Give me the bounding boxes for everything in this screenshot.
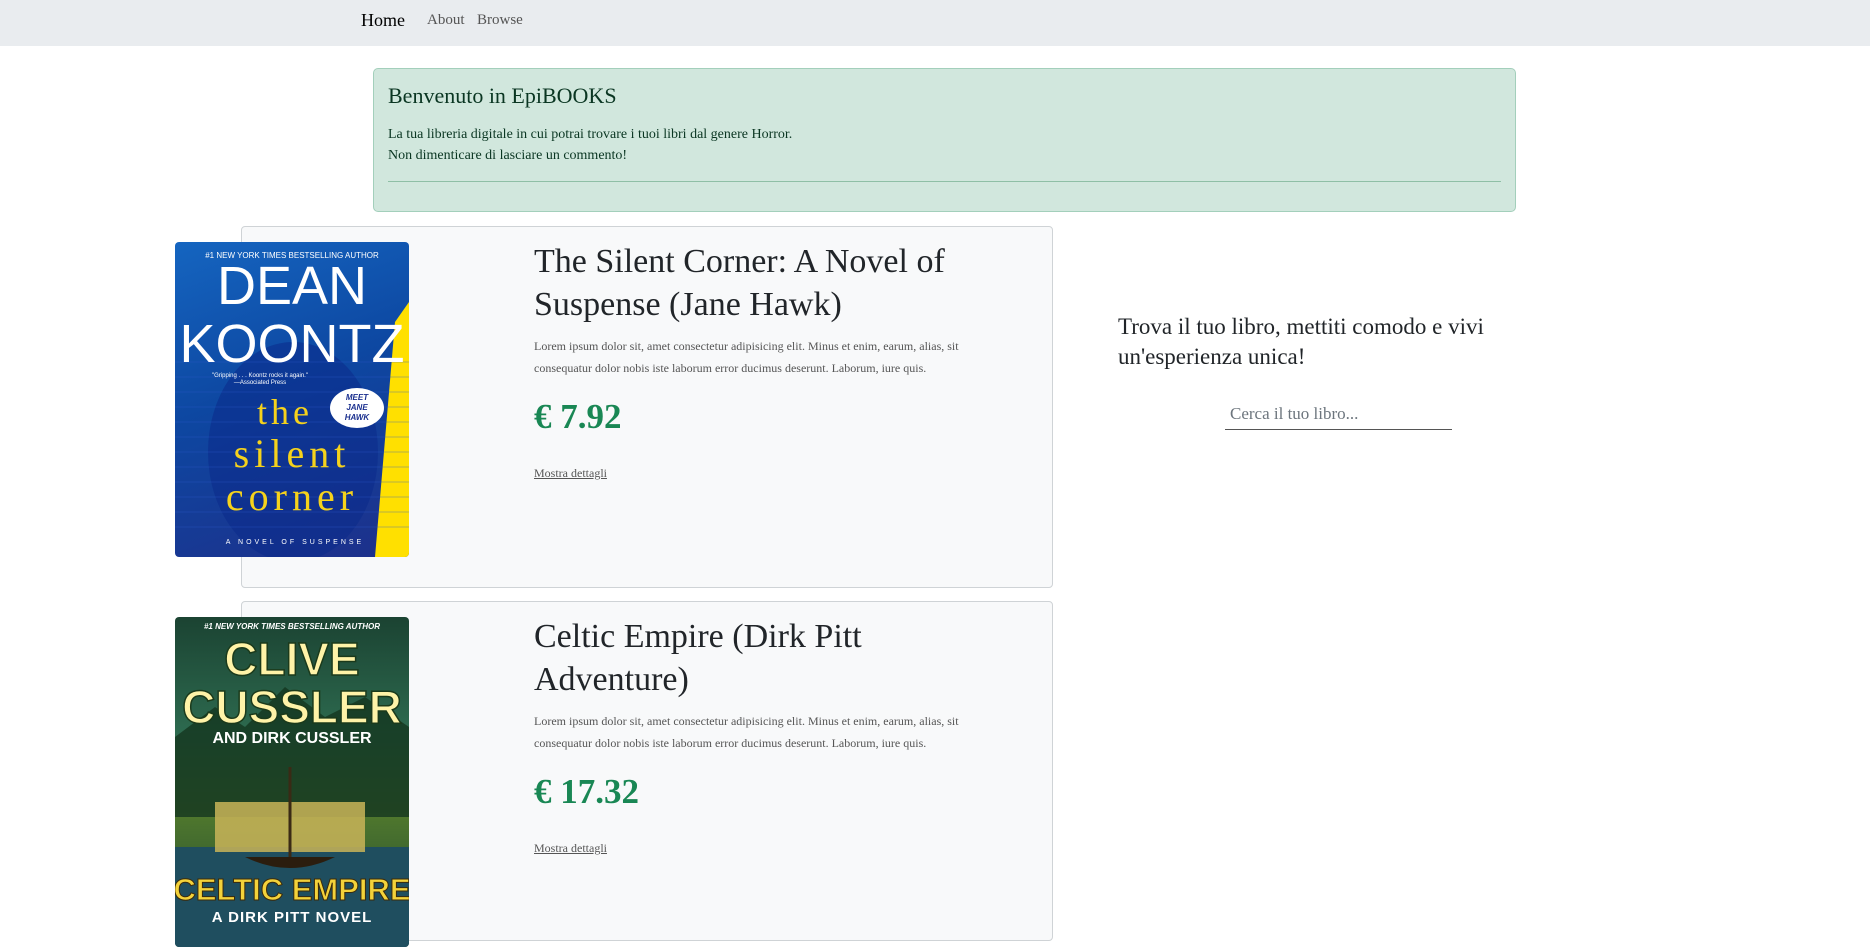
nav-about-link[interactable]: About — [427, 12, 465, 29]
book-price: € 7.92 — [534, 397, 622, 436]
book-description: Lorem ipsum dolor sit, amet consectetur … — [534, 339, 959, 375]
nav-browse-link[interactable]: Browse — [477, 12, 523, 29]
book-cover-image[interactable]: #1 NEW YORK TIMES BESTSELLING AUTHOR DEA… — [175, 242, 409, 557]
welcome-alert: Benvenuto in EpiBOOKS La tua libreria di… — [373, 68, 1516, 212]
book-cover-image[interactable]: #1 NEW YORK TIMES BESTSELLING AUTHOR CLI… — [175, 617, 409, 947]
welcome-divider — [388, 181, 1501, 182]
book-description: Lorem ipsum dolor sit, amet consectetur … — [534, 714, 959, 750]
search-input[interactable] — [1225, 398, 1452, 430]
cover-author-last: KOONTZ — [180, 314, 405, 374]
cover-title: CELTIC EMPIRE — [175, 872, 409, 907]
cover-subtitle: A NOVEL OF SUSPENSE — [226, 539, 364, 546]
navbar: Home About Browse — [0, 0, 1870, 46]
cover-title-word-3: corner — [226, 474, 358, 519]
cover-quote-source: —Associated Press — [234, 380, 286, 386]
cover-title-word-2: silent — [234, 431, 351, 476]
cover-author-first: DEAN — [217, 256, 367, 316]
cover-coauthor: AND DIRK CUSSLER — [212, 730, 372, 747]
show-details-link[interactable]: Mostra dettagli — [534, 466, 607, 481]
book-price: € 17.32 — [534, 772, 639, 811]
nav-home-link[interactable]: Home — [361, 10, 405, 31]
cover-badge-line-2: JANE — [346, 403, 368, 412]
cover-title-word-1: the — [257, 392, 313, 432]
cover-quote: "Gripping . . . Koontz rocks it again." — [212, 373, 308, 379]
cover-badge-line-3: HAWK — [345, 413, 371, 422]
cover-subtitle: A DIRK PITT NOVEL — [212, 909, 373, 926]
welcome-text-line-1: La tua libreria digitale in cui potrai t… — [388, 127, 793, 142]
cover-top-line: #1 NEW YORK TIMES BESTSELLING AUTHOR — [204, 622, 380, 631]
search-heading: Trova il tuo libro, mettiti comodo e viv… — [1118, 314, 1484, 369]
cover-author-last: CUSSLER — [182, 681, 402, 733]
welcome-title: Benvenuto in EpiBOOKS — [388, 83, 617, 108]
book-title: The Silent Corner: A Novel of Suspense (… — [534, 243, 945, 323]
cover-badge-line-1: MEET — [346, 393, 369, 402]
cover-author-first: CLIVE — [224, 633, 359, 685]
book-title: Celtic Empire (Dirk Pitt Adventure) — [534, 618, 862, 698]
welcome-text-line-2: Non dimenticare di lasciare un commento! — [388, 148, 628, 163]
show-details-link[interactable]: Mostra dettagli — [534, 841, 607, 856]
